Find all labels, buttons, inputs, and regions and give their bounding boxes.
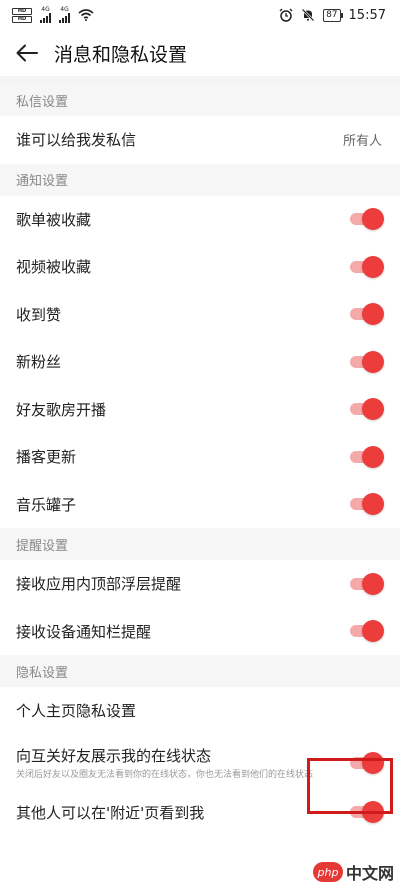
section-header-notify: 通知设置 (0, 163, 400, 196)
toggle-music-jar[interactable] (350, 493, 384, 516)
section-header-private-msg: 私信设置 (0, 84, 400, 116)
row-label: 个人主页隐私设置 (16, 702, 137, 721)
sim2-icon: HD (12, 15, 32, 23)
row-homepage-privacy[interactable]: 个人主页隐私设置 (0, 687, 400, 735)
row-podcast-update[interactable]: 播客更新 (0, 433, 400, 481)
row-label: 好友歌房开播 (16, 400, 107, 419)
row-in-app-banner[interactable]: 接收应用内顶部浮层提醒 (0, 560, 400, 608)
watermark: php 中文网 (312, 860, 394, 884)
row-label: 歌单被收藏 (16, 210, 92, 229)
toggle-playlist-collected[interactable] (350, 208, 384, 231)
toggle-new-fans[interactable] (350, 350, 384, 373)
row-label: 收到赞 (16, 305, 62, 324)
watermark-logo: php (312, 862, 343, 882)
row-label: 谁可以给我发私信 (16, 131, 137, 150)
page-title: 消息和隐私设置 (54, 43, 188, 66)
toggle-notification-bar[interactable] (350, 620, 384, 643)
row-music-jar[interactable]: 音乐罐子 (0, 480, 400, 528)
wifi-icon (78, 9, 94, 21)
watermark-text: 中文网 (345, 864, 394, 883)
row-who-can-message[interactable]: 谁可以给我发私信 所有人 (0, 116, 400, 164)
row-likes-received[interactable]: 收到赞 (0, 290, 400, 338)
row-playlist-collected[interactable]: 歌单被收藏 (0, 195, 400, 243)
status-left: HD HD 4G 4G (12, 7, 94, 23)
row-value: 所有人 (342, 134, 382, 150)
section-header-privacy: 隐私设置 (0, 655, 400, 687)
signal-bars-1-icon (40, 13, 51, 23)
row-friend-room-live[interactable]: 好友歌房开播 (0, 385, 400, 433)
row-label: 接收设备通知栏提醒 (16, 622, 152, 641)
mute-bell-icon (301, 8, 315, 22)
back-arrow-icon[interactable] (14, 40, 40, 66)
status-bar: HD HD 4G 4G 87 15:57 (0, 0, 400, 30)
toggle-video-collected[interactable] (350, 255, 384, 278)
row-label: 其他人可以在'附近'页看到我 (16, 803, 205, 822)
row-label: 音乐罐子 (16, 495, 77, 514)
toggle-podcast-update[interactable] (350, 445, 384, 468)
signal-2: 4G (59, 7, 70, 23)
row-online-status[interactable]: 向互关好友展示我的在线状态 关闭后好友以及圈友无法看到你的在线状态，你也无法看到… (0, 734, 400, 789)
row-nearby-visible[interactable]: 其他人可以在'附近'页看到我 (0, 788, 400, 836)
nav-bar: 消息和隐私设置 (0, 30, 400, 76)
row-video-collected[interactable]: 视频被收藏 (0, 243, 400, 291)
toggle-in-app-banner[interactable] (350, 572, 384, 595)
settings-list: 私信设置 谁可以给我发私信 所有人 通知设置 歌单被收藏 视频被收藏 收到赞 新… (0, 76, 400, 836)
sim-icons: HD HD (12, 7, 32, 23)
clock: 15:57 (348, 7, 386, 23)
alarm-icon (279, 8, 293, 22)
status-right: 87 15:57 (279, 8, 386, 23)
row-label: 向互关好友展示我的在线状态 (16, 746, 212, 765)
battery-icon: 87 (323, 8, 344, 22)
row-description: 关闭后好友以及圈友无法看到你的在线状态，你也无法看到他们的在线状态 (16, 769, 314, 780)
row-label: 视频被收藏 (16, 258, 92, 277)
section-header-remind: 提醒设置 (0, 528, 400, 560)
toggle-online-status[interactable] (350, 751, 384, 774)
row-label: 接收应用内顶部浮层提醒 (16, 575, 182, 594)
section-gap (0, 76, 400, 84)
row-notification-bar[interactable]: 接收设备通知栏提醒 (0, 607, 400, 655)
row-new-fans[interactable]: 新粉丝 (0, 338, 400, 386)
toggle-likes-received[interactable] (350, 303, 384, 326)
sim1-icon: HD (12, 7, 32, 15)
row-label: 新粉丝 (16, 353, 62, 372)
toggle-nearby-visible[interactable] (350, 801, 384, 824)
toggle-friend-room-live[interactable] (350, 398, 384, 421)
row-label: 播客更新 (16, 448, 77, 467)
signal-1: 4G (40, 7, 51, 23)
row-texts: 向互关好友展示我的在线状态 关闭后好友以及圈友无法看到你的在线状态，你也无法看到… (16, 745, 316, 781)
signal-bars-2-icon (59, 13, 70, 23)
